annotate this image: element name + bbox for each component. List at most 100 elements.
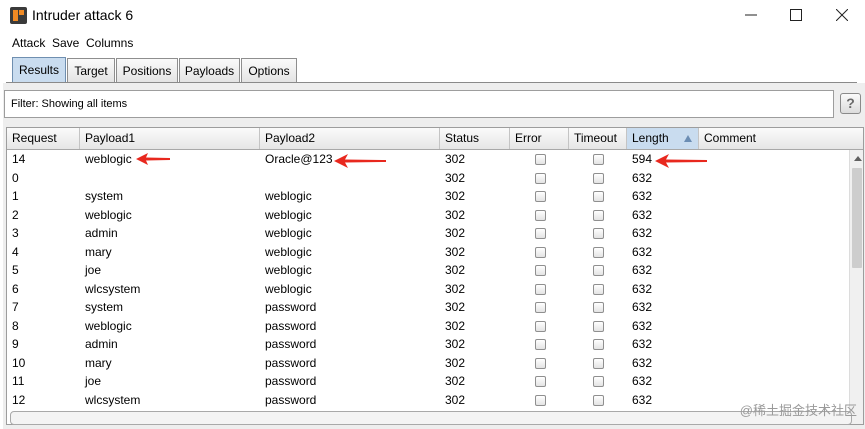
table-row[interactable]: 0 302 632: [7, 169, 849, 188]
table-row[interactable]: 6 wlcsystem weblogic 302 632: [7, 280, 849, 299]
timeout-checkbox: [593, 265, 604, 276]
cell-length: 594: [632, 152, 653, 166]
timeout-checkbox: [593, 357, 604, 369]
column-header-payload1[interactable]: Payload1: [80, 128, 260, 149]
title-bar: Intruder attack 6: [0, 0, 865, 31]
cell-payload1: joe: [85, 263, 102, 277]
cell-payload2: password: [265, 374, 317, 388]
column-header-length[interactable]: Length: [627, 128, 699, 149]
column-header-length-label: Length: [632, 131, 669, 145]
timeout-checkbox: [593, 376, 604, 387]
timeout-checkbox: [593, 320, 604, 332]
cell-request: 5: [12, 263, 19, 277]
cell-payload1: joe: [85, 374, 102, 388]
table-row[interactable]: 9 admin password 302 632: [7, 335, 849, 354]
tab-target[interactable]: Target: [67, 58, 115, 82]
column-header-request[interactable]: Request: [7, 128, 80, 149]
table-row[interactable]: 5 joe weblogic 302 632: [7, 261, 849, 280]
cell-request: 11: [12, 374, 25, 388]
error-checkbox: [535, 320, 546, 332]
cell-status: 302: [445, 392, 466, 407]
error-checkbox: [535, 228, 546, 239]
column-header-error[interactable]: Error: [510, 128, 569, 149]
cell-request: 6: [12, 281, 19, 296]
error-checkbox: [535, 302, 546, 313]
timeout-checkbox: [593, 228, 604, 239]
column-header-comment[interactable]: Comment: [699, 128, 863, 149]
cell-length: 632: [632, 263, 653, 277]
minimize-icon: [745, 14, 757, 16]
maximize-icon: [790, 9, 802, 21]
cell-status: 302: [445, 355, 466, 370]
table-row[interactable]: 1 system weblogic 302 632: [7, 187, 849, 206]
cell-payload2: weblogic: [265, 189, 312, 203]
table-row[interactable]: 12 wlcsystem password 302 632: [7, 391, 849, 410]
cell-status: 302: [445, 374, 466, 388]
cell-length: 632: [632, 392, 653, 407]
tab-options[interactable]: Options: [241, 58, 297, 82]
help-icon[interactable]: ?: [840, 93, 861, 114]
minimize-button[interactable]: [728, 0, 774, 31]
annotation-arrow-length: [655, 154, 707, 168]
table-header: Request Payload1 Payload2 Status Error T…: [7, 128, 863, 150]
timeout-checkbox: [593, 283, 604, 295]
cell-payload2: password: [265, 300, 317, 314]
timeout-checkbox: [593, 191, 604, 202]
horizontal-scrollbar[interactable]: [10, 411, 852, 425]
tab-results[interactable]: Results: [12, 57, 66, 83]
table-row[interactable]: 10 mary password 302 632: [7, 354, 849, 373]
cell-payload1: system: [85, 300, 124, 314]
cell-status: 302: [445, 207, 466, 222]
cell-length: 632: [632, 207, 653, 222]
menu-columns[interactable]: Columns: [86, 36, 133, 50]
vertical-scrollbar[interactable]: [849, 150, 863, 424]
table-row[interactable]: 2 weblogic weblogic 302 632: [7, 206, 849, 225]
close-button[interactable]: [819, 0, 865, 31]
menu-attack[interactable]: Attack: [12, 36, 45, 50]
cell-length: 632: [632, 281, 653, 296]
column-header-status[interactable]: Status: [440, 128, 510, 149]
filter-bar[interactable]: Filter: Showing all items: [4, 90, 834, 118]
window-title: Intruder attack 6: [32, 7, 134, 23]
timeout-checkbox: [593, 302, 604, 313]
column-header-timeout[interactable]: Timeout: [569, 128, 627, 149]
annotation-arrow-payload2: [334, 154, 386, 168]
cell-payload1: weblogic: [85, 207, 132, 222]
cell-payload1: weblogic: [85, 152, 132, 166]
cell-length: 632: [632, 244, 653, 259]
table-row[interactable]: 4 mary weblogic 302 632: [7, 243, 849, 262]
cell-length: 632: [632, 374, 653, 388]
cell-payload2: weblogic: [265, 281, 312, 296]
cell-payload1: weblogic: [85, 318, 132, 333]
cell-status: 302: [445, 263, 466, 277]
error-checkbox: [535, 209, 546, 221]
table-row[interactable]: 8 weblogic password 302 632: [7, 317, 849, 336]
table-row[interactable]: 11 joe password 302 632: [7, 372, 849, 391]
results-table: Request Payload1 Payload2 Status Error T…: [6, 127, 864, 425]
table-row[interactable]: 3 admin weblogic 302 632: [7, 224, 849, 243]
cell-status: 302: [445, 337, 466, 351]
cell-payload1: wlcsystem: [85, 392, 141, 407]
error-checkbox: [535, 154, 546, 165]
cell-status: 302: [445, 318, 466, 333]
close-icon: [835, 8, 849, 22]
cell-length: 632: [632, 355, 653, 370]
table-row[interactable]: 7 system password 302 632: [7, 298, 849, 317]
table-row[interactable]: 14 weblogic Oracle@123 302 594: [7, 150, 849, 169]
tab-positions[interactable]: Positions: [116, 58, 178, 82]
cell-payload1: admin: [85, 337, 118, 351]
menu-save[interactable]: Save: [52, 36, 79, 50]
timeout-checkbox: [593, 394, 604, 406]
menu-bar: Attack Save Columns: [0, 31, 865, 53]
tab-payloads[interactable]: Payloads: [179, 58, 240, 82]
scrollbar-thumb[interactable]: [852, 168, 862, 268]
cell-payload2: weblogic: [265, 226, 312, 240]
scroll-up-icon[interactable]: [854, 156, 862, 161]
maximize-button[interactable]: [773, 0, 819, 31]
burp-app-icon: [10, 7, 27, 24]
cell-payload1: admin: [85, 226, 118, 240]
error-checkbox: [535, 172, 546, 184]
cell-request: 2: [12, 207, 19, 222]
column-header-payload2[interactable]: Payload2: [260, 128, 440, 149]
cell-payload1: mary: [85, 355, 112, 370]
